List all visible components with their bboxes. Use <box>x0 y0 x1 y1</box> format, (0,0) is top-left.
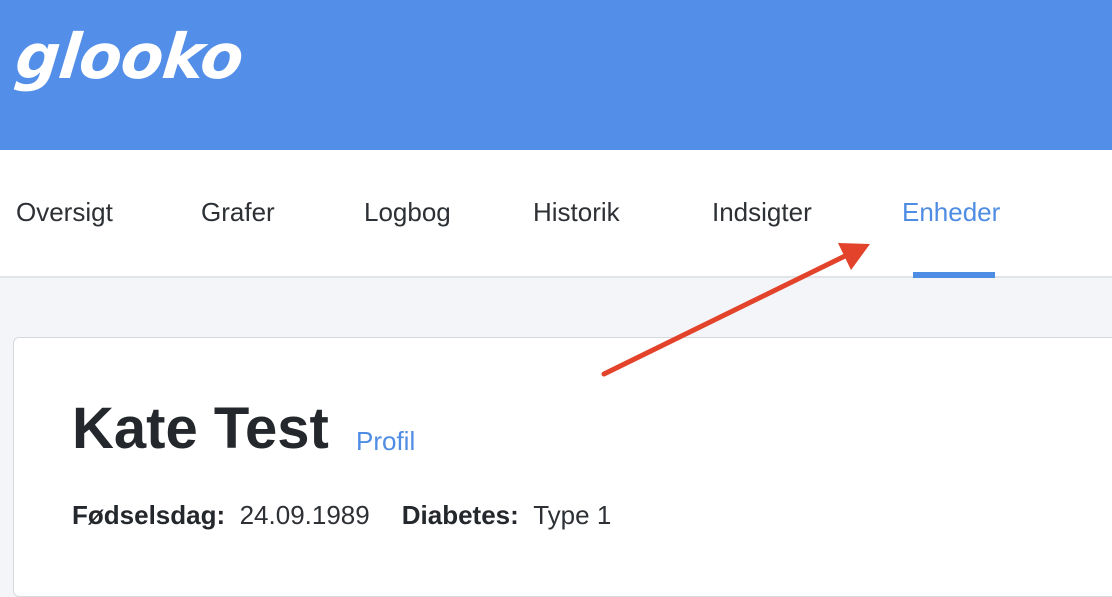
tab-enheder[interactable]: Enheder <box>902 197 1000 228</box>
app-header: glooko <box>0 0 1112 150</box>
birthday-label: Fødselsdag: <box>72 500 226 530</box>
tab-grafer[interactable]: Grafer <box>201 197 275 228</box>
patient-name: Kate Test <box>72 396 329 461</box>
profile-link[interactable]: Profil <box>356 426 415 457</box>
active-tab-indicator <box>913 272 995 278</box>
patient-card: Kate Test Profil Fødselsdag: 24.09.1989 D… <box>13 337 1112 597</box>
tab-historik[interactable]: Historik <box>533 197 620 228</box>
diabetes-label: Diabetes: <box>401 500 519 530</box>
tab-indsigter[interactable]: Indsigter <box>712 197 812 228</box>
patient-info-row: Fødselsdag: 24.09.1989 Diabetes: Type 1 <box>72 500 611 531</box>
glooko-logo[interactable]: glooko <box>12 20 246 93</box>
tab-logbog[interactable]: Logbog <box>364 197 451 228</box>
birthday-value: 24.09.1989 <box>239 500 370 530</box>
main-nav: Oversigt Grafer Logbog Historik Indsigte… <box>0 150 1112 278</box>
diabetes-value: Type 1 <box>533 500 612 530</box>
tab-oversigt[interactable]: Oversigt <box>16 197 113 228</box>
